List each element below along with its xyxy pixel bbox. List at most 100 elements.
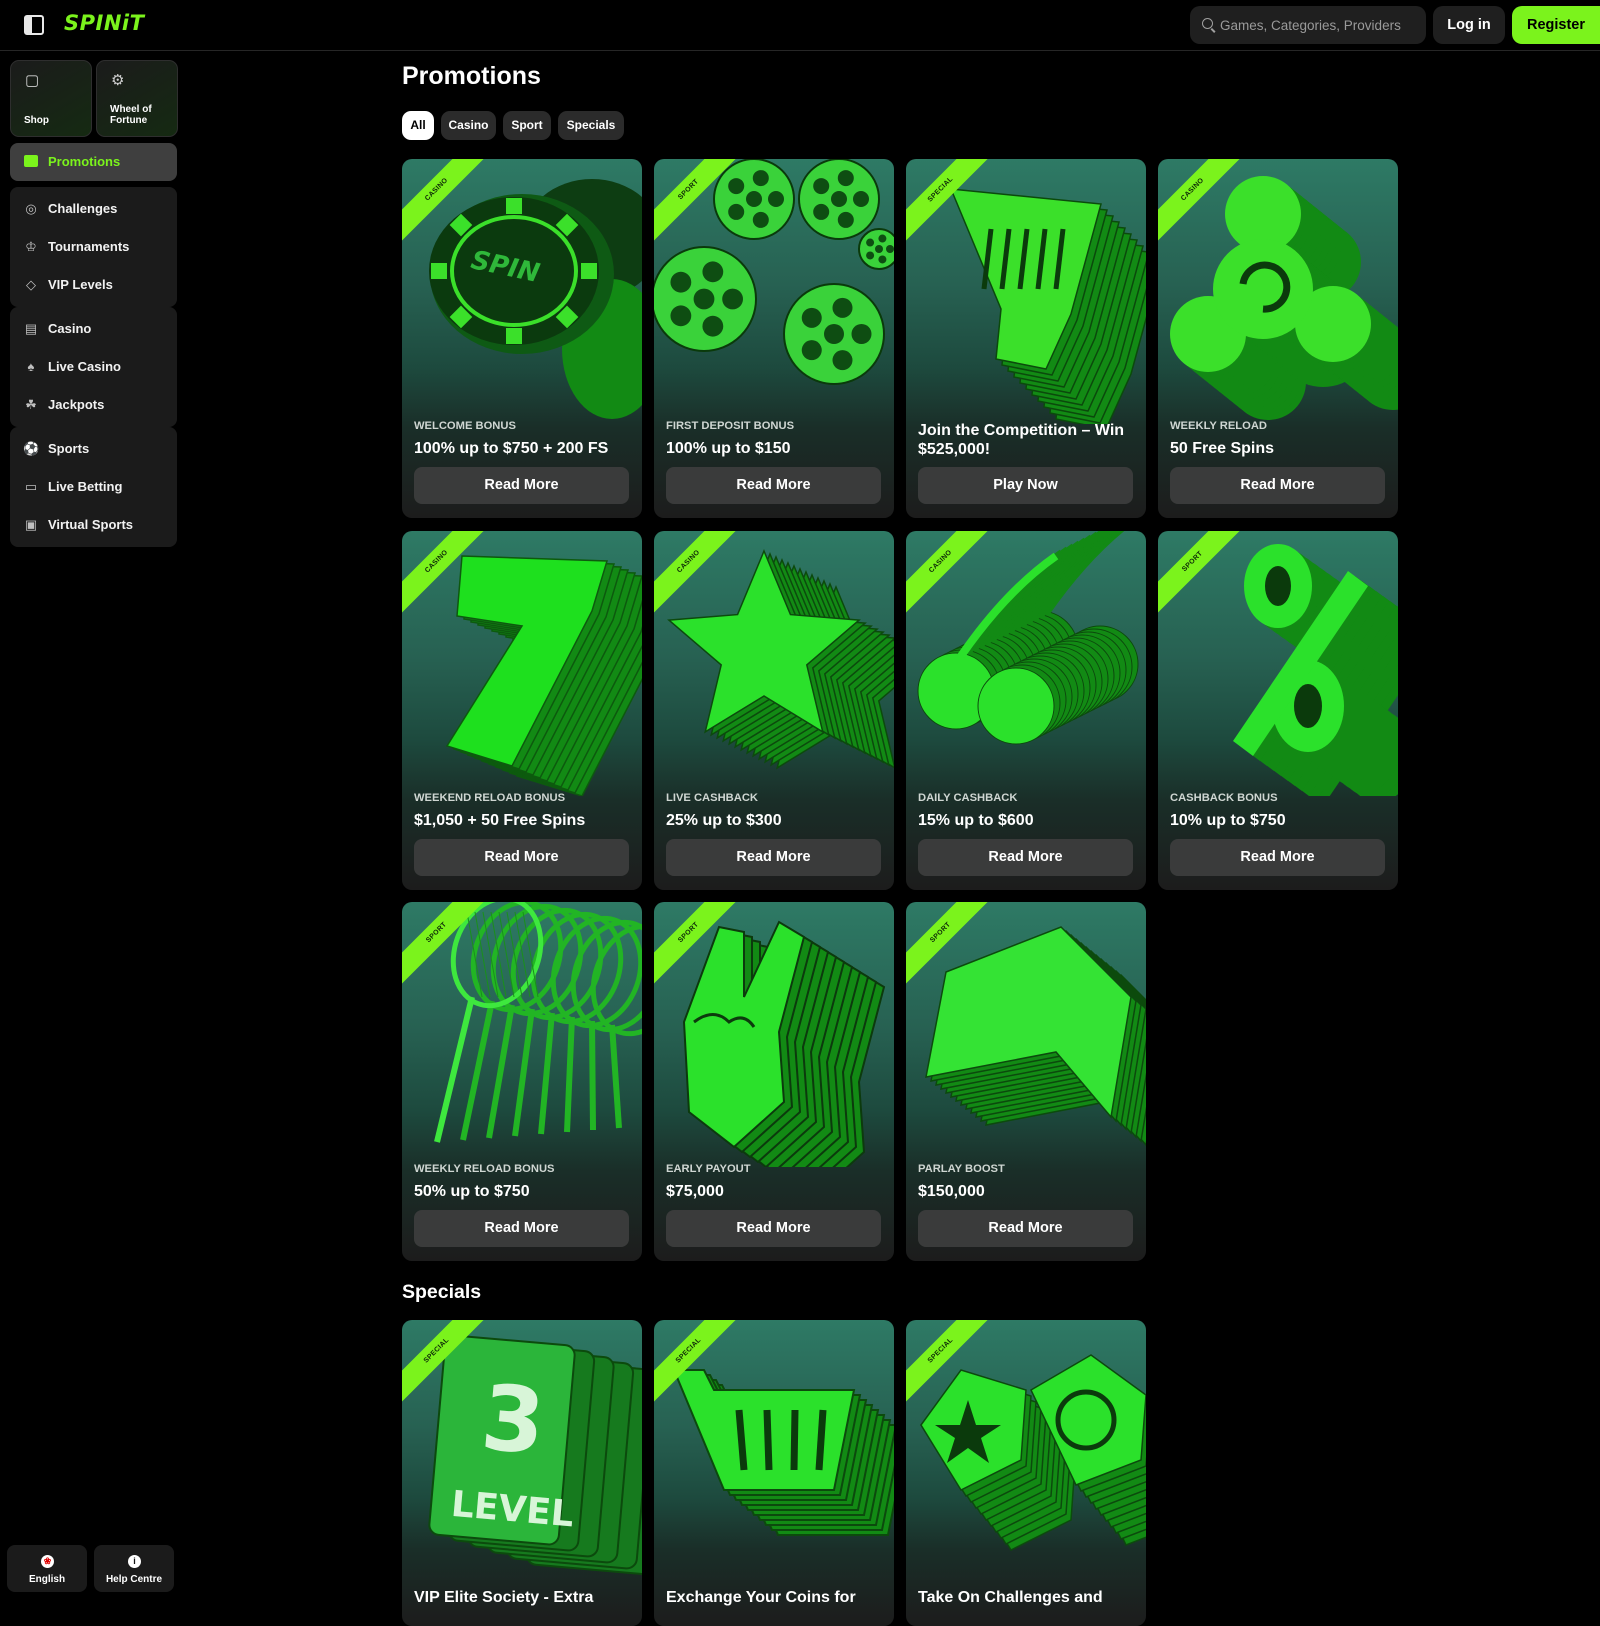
sidebar-item-label: VIP Levels — [48, 277, 113, 292]
promotion-card[interactable]: SPIN CASINO WELCOME BONUS 100% up to $750 +… — [402, 159, 642, 518]
promotion-card[interactable]: SPECIAL Join the Competition – Win $525,0… — [906, 159, 1146, 518]
sidebar: ▢ Shop ⚙ Wheel of Fortune Promotions ◎ Challen… — [0, 51, 186, 1600]
diamond-icon: ◇ — [26, 277, 36, 292]
read-more-button[interactable]: Read More — [666, 839, 881, 876]
read-more-button[interactable]: Read More — [414, 1210, 629, 1247]
sidebar-item-casino[interactable]: ▤ Casino — [10, 310, 177, 348]
promotion-card[interactable]: SPORT CASHBACK BONUS 10% up to $750 Read Mo… — [1158, 531, 1398, 890]
monitor-icon: ▣ — [24, 517, 38, 532]
filter-tab-specials[interactable]: Specials — [558, 111, 624, 140]
live-icon: ▭ — [24, 479, 38, 494]
special-title: Exchange Your Coins for — [666, 1589, 856, 1606]
wheel-icon: ⚙ — [111, 72, 125, 89]
sidebar-group: ◎ Challenges ♔ Tournaments ◇ VIP Levels — [10, 187, 177, 307]
read-more-button[interactable]: Read More — [666, 467, 881, 504]
read-more-button[interactable]: Read More — [1170, 467, 1385, 504]
special-card[interactable]: 3 LEVEL SPECIAL VIP Elite Society - Extra — [402, 1320, 642, 1626]
sidebar-item-jackpots[interactable]: ☘ Jackpots — [10, 386, 177, 424]
top-header: SPINiT Log in Register — [0, 0, 1600, 51]
promotion-subtitle: WEEKEND RELOAD BONUS — [414, 792, 566, 804]
spinit-logo[interactable]: SPINiT — [64, 11, 144, 35]
clover-icon: ☘ — [25, 397, 37, 412]
read-more-button[interactable]: Read More — [918, 839, 1133, 876]
promotion-card[interactable]: SPORT FIRST DEPOSIT BONUS 100% up to $150 R… — [654, 159, 894, 518]
promotion-title: 50% up to $750 — [414, 1183, 530, 1200]
promotion-card[interactable]: SPORT PARLAY BOOST $150,000 Read More — [906, 902, 1146, 1261]
sidebar-item-label: Virtual Sports — [48, 517, 134, 532]
sidebar-item-vip-levels[interactable]: ◇ VIP Levels — [10, 266, 177, 304]
sidebar-item-tournaments[interactable]: ♔ Tournaments — [10, 228, 177, 266]
gift-icon — [24, 155, 38, 167]
register-button[interactable]: Register — [1512, 6, 1600, 44]
tile-label: Wheel of Fortune — [110, 104, 152, 126]
read-more-button[interactable]: Read More — [666, 1210, 881, 1247]
sidebar-item-label: Promotions — [48, 154, 121, 169]
play-now-button[interactable]: Play Now — [918, 467, 1133, 504]
sidebar-group: ▤ Casino ♠ Live Casino ☘ Jackpots — [10, 307, 177, 427]
footer-label: Help Centre — [105, 1574, 163, 1585]
sidebar-item-promotions[interactable]: Promotions — [10, 143, 177, 181]
search-input[interactable] — [1220, 6, 1420, 44]
promotion-card[interactable]: SPORT WEEKLY RELOAD BONUS 50% up to $750 Re… — [402, 902, 642, 1261]
promotion-title: $1,050 + 50 Free Spins — [414, 812, 586, 829]
page-title: Promotions — [402, 62, 541, 90]
special-card[interactable]: SPECIAL Take On Challenges and — [906, 1320, 1146, 1626]
promotion-title: Join the Competition – Win $525,000! — [918, 422, 1125, 458]
sidebar-item-label: Sports — [48, 441, 90, 456]
promotion-title: 100% up to $150 — [666, 440, 791, 457]
promotion-title: $75,000 — [666, 1183, 724, 1200]
language-button[interactable]: ❀ English — [7, 1545, 87, 1592]
search-box[interactable] — [1190, 6, 1426, 44]
read-more-button[interactable]: Read More — [414, 467, 629, 504]
sidebar-item-sports[interactable]: ⚽ Sports — [10, 430, 177, 468]
special-title: Take On Challenges and — [918, 1589, 1103, 1606]
promotion-subtitle: DAILY CASHBACK — [918, 792, 1018, 804]
filter-tab-casino[interactable]: Casino — [441, 111, 496, 140]
special-card[interactable]: SPECIAL Exchange Your Coins for — [654, 1320, 894, 1626]
promotion-subtitle: FIRST DEPOSIT BONUS — [666, 420, 795, 432]
promotion-card[interactable]: SPORT EARLY PAYOUT $75,000 Read More — [654, 902, 894, 1261]
read-more-button[interactable]: Read More — [414, 839, 629, 876]
special-title: VIP Elite Society - Extra — [414, 1589, 594, 1606]
read-more-button[interactable]: Read More — [918, 1210, 1133, 1247]
shopping-bag-icon: ▢ — [25, 72, 40, 89]
sidebar-item-label: Jackpots — [48, 397, 105, 412]
cards-icon: ♠ — [27, 359, 35, 374]
sidebar-item-challenges[interactable]: ◎ Challenges — [10, 190, 177, 228]
trophy-icon: ♔ — [25, 239, 37, 254]
sidebar-item-live-casino[interactable]: ♠ Live Casino — [10, 348, 177, 386]
promotion-title: $150,000 — [918, 1183, 985, 1200]
login-button[interactable]: Log in — [1433, 6, 1505, 44]
promotion-card[interactable]: CASINO LIVE CASHBACK 25% up to $300 Read Mo… — [654, 531, 894, 890]
sidebar-group: ⚽ Sports ▭ Live Betting ▣ Virtual Sports — [10, 427, 177, 547]
tile-label: Shop — [24, 115, 49, 126]
promotion-card[interactable]: CASINO DAILY CASHBACK 15% up to $600 Read M… — [906, 531, 1146, 890]
sidebar-item-live-betting[interactable]: ▭ Live Betting — [10, 468, 177, 506]
filter-tab-all[interactable]: All — [402, 111, 434, 140]
challenge-icon: ◎ — [25, 201, 37, 216]
sidebar-toggle-icon[interactable] — [24, 15, 44, 35]
sidebar-item-label: Live Betting — [48, 479, 123, 494]
sidebar-item-label: Live Casino — [48, 359, 121, 374]
tile-wheel-of-fortune[interactable]: ⚙ Wheel of Fortune — [96, 60, 178, 137]
promotion-subtitle: WEEKLY RELOAD — [1170, 420, 1267, 432]
canada-flag-icon: ❀ — [41, 1555, 54, 1568]
help-centre-button[interactable]: i Help Centre — [94, 1545, 174, 1592]
footer-label: English — [28, 1574, 66, 1585]
sidebar-item-label: Challenges — [48, 201, 118, 216]
promotion-card[interactable]: CASINO WEEKLY RELOAD 50 Free Spins Read Mor… — [1158, 159, 1398, 518]
specials-heading: Specials — [402, 1281, 482, 1303]
promotion-title: 100% up to $750 + 200 FS — [414, 440, 609, 457]
info-icon: i — [128, 1555, 141, 1568]
sidebar-item-label: Casino — [48, 321, 92, 336]
promotion-subtitle: LIVE CASHBACK — [666, 792, 758, 804]
promotion-subtitle: WELCOME BONUS — [414, 420, 516, 432]
promotion-subtitle: CASHBACK BONUS — [1170, 792, 1278, 804]
promotion-card[interactable]: CASINO WEEKEND RELOAD BONUS $1,050 + 50 Fr… — [402, 531, 642, 890]
promotion-title: 10% up to $750 — [1170, 812, 1286, 829]
promotion-title: 25% up to $300 — [666, 812, 782, 829]
sidebar-item-virtual-sports[interactable]: ▣ Virtual Sports — [10, 506, 177, 544]
tile-shop[interactable]: ▢ Shop — [10, 60, 92, 137]
filter-tab-sport[interactable]: Sport — [503, 111, 551, 140]
read-more-button[interactable]: Read More — [1170, 839, 1385, 876]
